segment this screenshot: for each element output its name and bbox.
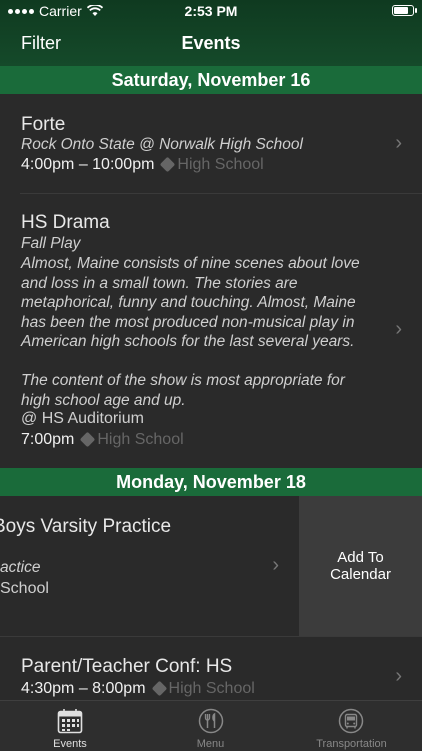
event-time: 4:00pm – 10:00pm (21, 156, 155, 173)
status-time: 2:53 PM (184, 3, 238, 19)
chevron-right-icon: › (395, 132, 402, 154)
chevron-right-icon: › (395, 665, 402, 687)
status-bar: Carrier 2:53 PM (0, 0, 422, 22)
battery-icon (392, 5, 417, 16)
event-tag: High School (97, 431, 184, 448)
event-title: Parent/Teacher Conf: HS (21, 656, 233, 677)
event-row-forte[interactable]: Forte Rock Onto State @ Norwalk High Sch… (0, 94, 422, 193)
event-title: Boys Varsity Practice (0, 516, 172, 537)
tab-label: Transportation (316, 738, 387, 750)
add-to-calendar-button[interactable]: Add To Calendar (299, 496, 422, 636)
tag-icon (80, 431, 96, 448)
event-description: Almost, Maine consists of nine scenes ab… (21, 254, 401, 410)
event-title: HS Drama (21, 212, 110, 233)
description-line: high school age and up. (21, 391, 186, 409)
calendar-icon (57, 709, 83, 734)
event-subtitle: Fall Play (21, 235, 81, 252)
event-subtitle: actice (0, 559, 41, 576)
event-tag: High School (168, 680, 255, 697)
add-to-calendar-label: Add To Calendar (330, 549, 391, 583)
description-line: metaphorical, funny and touching. Almost… (21, 294, 356, 311)
event-time: 4:30pm – 8:00pm (21, 680, 146, 697)
tab-bar: Events Menu Transportation (0, 700, 422, 751)
description-line: and loss in a small town. The stories ar… (21, 274, 298, 292)
tab-label: Menu (196, 738, 225, 750)
event-location: @ HS Auditorium (21, 410, 144, 427)
event-meta: 4:30pm – 8:00pm High School (21, 680, 255, 698)
section-header-monday: Monday, November 18 (0, 468, 422, 496)
bus-icon (338, 708, 364, 734)
description-line: Almost, Maine consists of nine scenes ab… (21, 255, 360, 272)
top-bar: Carrier 2:53 PM Filter Events (0, 0, 422, 66)
event-subtitle: Rock Onto State @ Norwalk High School (21, 136, 303, 153)
tab-events[interactable]: Events (0, 701, 140, 751)
event-row-boys-varsity[interactable]: Boys Varsity Practice actice School › Ad… (0, 496, 422, 636)
event-time: 7:00pm (21, 431, 75, 448)
tab-label: Events (53, 738, 87, 750)
page-title: Events (181, 33, 241, 53)
event-row-hs-drama[interactable]: HS Drama Fall Play Almost, Maine consist… (0, 194, 422, 468)
nav-bar: Filter Events (0, 30, 422, 58)
chevron-right-icon: › (272, 554, 279, 576)
event-title: Forte (21, 114, 66, 135)
tag-icon (160, 156, 176, 173)
event-meta: 7:00pm High School (21, 431, 184, 449)
event-row-parent-teacher[interactable]: Parent/Teacher Conf: HS 4:30pm – 8:00pm H… (0, 637, 422, 700)
description-line: The content of the show is most appropri… (21, 372, 345, 389)
section-header-saturday: Saturday, November 16 (0, 66, 422, 94)
tab-menu[interactable]: Menu (140, 701, 281, 751)
event-meta: 4:00pm – 10:00pm High School (21, 156, 264, 174)
tab-transportation[interactable]: Transportation (281, 701, 422, 751)
chevron-right-icon: › (395, 318, 402, 340)
tag-icon (151, 680, 167, 697)
swiped-row-content[interactable]: Boys Varsity Practice actice School › (0, 496, 299, 636)
description-line: American high schools for the last sever… (21, 333, 355, 350)
event-tag: High School (177, 156, 264, 173)
description-line: has been the most produced non-musical p… (21, 313, 355, 331)
event-tag: School (0, 580, 49, 597)
utensils-icon (198, 708, 224, 734)
